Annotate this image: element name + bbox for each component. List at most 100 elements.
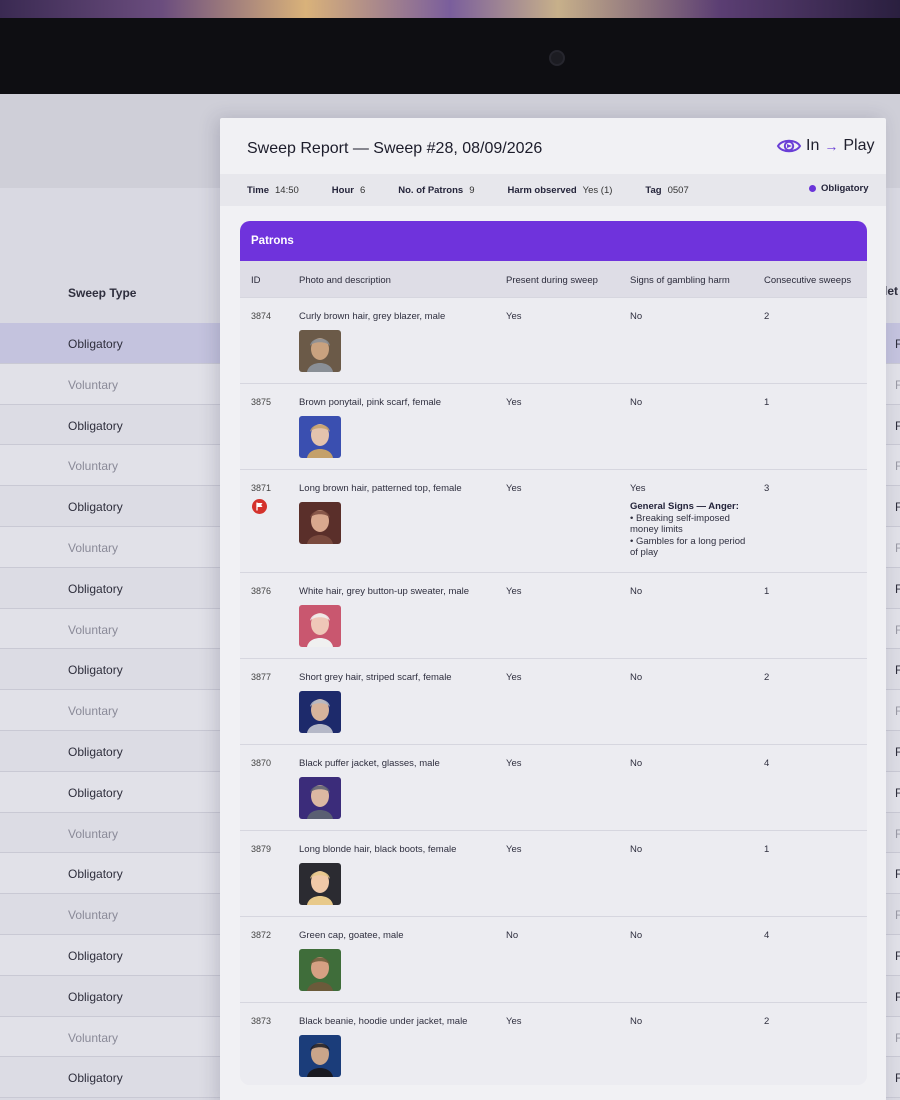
patron-row[interactable]: 3873 Black beanie, hoodie under jacket, m… xyxy=(240,1002,867,1085)
sweep-report-panel: Sweep Report — Sweep #28, 08/09/2026 In →… xyxy=(220,118,886,1100)
patron-photo[interactable] xyxy=(299,863,341,905)
patron-signs: No xyxy=(630,586,643,597)
patron-row[interactable]: 3876 White hair, grey button-up sweater, … xyxy=(240,572,867,658)
right-cell-fragment: F xyxy=(895,377,900,392)
sweep-type-cell: Obligatory xyxy=(68,581,123,596)
right-cell-fragment: F xyxy=(895,1030,900,1045)
patron-row[interactable]: 3871 Long brown hair, patterned top, fema… xyxy=(240,469,867,572)
flag-icon[interactable] xyxy=(252,499,267,514)
patron-row[interactable]: 3870 Black puffer jacket, glasses, male Ye… xyxy=(240,744,867,830)
right-column-header-fragment: let xyxy=(884,284,899,298)
patron-description: Short grey hair, striped scarf, female xyxy=(299,672,452,683)
patron-consecutive: 4 xyxy=(764,930,770,941)
patron-row[interactable]: 3872 Green cap, goatee, male No No 4 xyxy=(240,916,867,1002)
patron-consecutive: 2 xyxy=(764,311,770,322)
patrons-table-body: 3874 Curly brown hair, grey blazer, male Y… xyxy=(240,297,867,1085)
col-present: Present during sweep xyxy=(506,275,598,286)
patron-consecutive: 1 xyxy=(764,586,770,597)
patron-present: Yes xyxy=(506,397,522,408)
right-cell-fragment: F xyxy=(895,867,900,882)
patron-description: White hair, grey button-up sweater, male xyxy=(299,586,470,597)
patron-id: 3875 xyxy=(251,397,272,407)
patron-photo[interactable] xyxy=(299,502,341,544)
sweep-type-cell: Obligatory xyxy=(68,989,123,1004)
right-cell-fragment: F xyxy=(895,704,900,719)
patron-photo[interactable] xyxy=(299,416,341,458)
sweep-type-cell: Voluntary xyxy=(68,377,119,392)
sweep-type-cell: Voluntary xyxy=(68,459,119,474)
patron-description: Long blonde hair, black boots, female xyxy=(299,844,457,855)
harm-signs-title: General Signs — Anger: xyxy=(630,501,739,512)
patron-photo[interactable] xyxy=(299,330,341,372)
right-cell-fragment: F xyxy=(895,459,900,474)
sweep-type-column-header: Sweep Type xyxy=(68,286,137,300)
eye-logo-icon xyxy=(776,139,802,153)
logo-text-in: In xyxy=(806,137,820,154)
patron-id: 3873 xyxy=(251,1016,272,1026)
patron-photo[interactable] xyxy=(299,777,341,819)
patron-description: Green cap, goatee, male xyxy=(299,930,404,941)
patron-signs: No xyxy=(630,930,643,941)
meta-harm: Harm observed Yes (1) xyxy=(507,184,613,196)
patron-photo[interactable] xyxy=(299,949,341,991)
status-dot-icon xyxy=(809,185,816,192)
right-cell-fragment: F xyxy=(895,500,900,515)
col-consecutive-sweeps: Consecutive sweeps xyxy=(764,275,852,286)
patron-consecutive: 2 xyxy=(764,1016,770,1027)
background-photo-strip xyxy=(0,0,900,20)
meta-patrons: No. of Patrons 9 xyxy=(398,184,475,196)
patron-signs: No xyxy=(630,397,643,408)
patron-signs: No xyxy=(630,758,643,769)
patron-present: Yes xyxy=(506,586,522,597)
right-cell-fragment: F xyxy=(895,418,900,433)
patron-signs: Yes xyxy=(630,483,646,494)
patron-present: No xyxy=(506,930,519,941)
meta-time: Time 14:50 xyxy=(247,184,299,196)
right-cell-fragment: F xyxy=(895,540,900,555)
col-id: ID xyxy=(251,275,261,286)
harm-signs-detail: General Signs — Anger: • Breaking self-im… xyxy=(630,501,755,559)
patron-consecutive: 3 xyxy=(764,483,770,494)
patron-photo[interactable] xyxy=(299,605,341,647)
webcam xyxy=(549,50,565,66)
sweep-type-cell: Obligatory xyxy=(68,785,123,800)
col-photo-description: Photo and description xyxy=(299,275,391,286)
harm-sign-item: • Gambles for a long period of play xyxy=(630,535,746,559)
patron-signs: No xyxy=(630,844,643,855)
patron-row[interactable]: 3875 Brown ponytail, pink scarf, female Ye… xyxy=(240,383,867,469)
patron-signs: No xyxy=(630,311,643,322)
patrons-table-header: ID Photo and description Present during … xyxy=(240,261,867,297)
patron-photo[interactable] xyxy=(299,691,341,733)
sweep-meta-bar: Time 14:50 Hour 6 No. of Patrons 9 Harm obs… xyxy=(220,174,886,206)
sweep-type-cell: Voluntary xyxy=(68,622,119,637)
patron-present: Yes xyxy=(506,311,522,322)
patron-present: Yes xyxy=(506,672,522,683)
patron-row[interactable]: 3879 Long blonde hair, black boots, femal… xyxy=(240,830,867,916)
patron-id: 3871 xyxy=(251,483,272,493)
sweep-type-cell: Voluntary xyxy=(68,704,119,719)
logo-arrow: → xyxy=(824,138,839,154)
patron-present: Yes xyxy=(506,1016,522,1027)
patron-signs: No xyxy=(630,1016,643,1027)
patron-row[interactable]: 3877 Short grey hair, striped scarf, fema… xyxy=(240,658,867,744)
patron-row[interactable]: 3874 Curly brown hair, grey blazer, male Y… xyxy=(240,297,867,383)
inplay-logo: In → Play xyxy=(776,136,874,156)
sweep-type-cell: Obligatory xyxy=(68,337,123,351)
sweep-type-cell: Obligatory xyxy=(68,948,123,963)
sweep-type-cell: Obligatory xyxy=(68,663,123,678)
patron-description: Curly brown hair, grey blazer, male xyxy=(299,311,446,322)
col-signs-of-harm: Signs of gambling harm xyxy=(630,275,730,286)
right-cell-fragment: F xyxy=(895,581,900,596)
patron-id: 3870 xyxy=(251,758,272,768)
sweep-type-cell: Voluntary xyxy=(68,1030,119,1045)
patron-photo[interactable] xyxy=(299,1035,341,1077)
right-cell-fragment: F xyxy=(895,744,900,759)
patron-description: Long brown hair, patterned top, female xyxy=(299,483,462,494)
right-cell-fragment: F xyxy=(895,948,900,963)
patrons-card-title: Patrons xyxy=(240,221,867,261)
report-title: Sweep Report — Sweep #28, 08/09/2026 xyxy=(247,140,543,157)
right-cell-fragment: F xyxy=(895,908,900,923)
sweep-type-cell: Obligatory xyxy=(68,867,123,882)
patron-id: 3876 xyxy=(251,586,272,596)
sweep-type-cell: Voluntary xyxy=(68,908,119,923)
